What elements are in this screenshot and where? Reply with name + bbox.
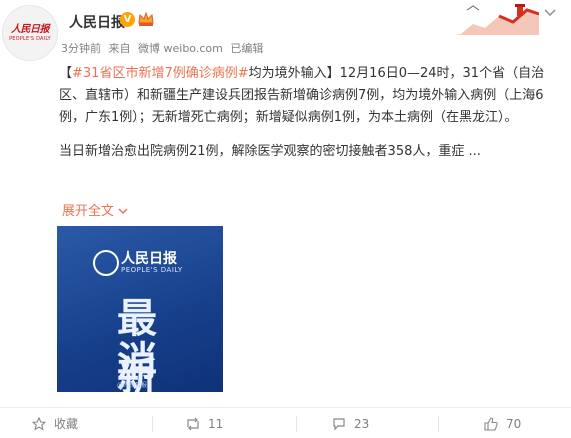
great-wall-banner-icon xyxy=(455,4,539,35)
like-button[interactable]: 70 xyxy=(484,410,534,438)
comment-icon xyxy=(333,418,345,431)
at-icon xyxy=(93,250,119,276)
avatar[interactable]: 人民日报 PEOPLE'S DAILY xyxy=(2,5,58,61)
chevron-down-icon[interactable] xyxy=(543,8,557,18)
post-time[interactable]: 3分钟前 xyxy=(61,42,101,55)
footer-divider xyxy=(0,407,571,408)
post-meta: 3分钟前 来自 微博 weibo.com 已编辑 xyxy=(61,40,267,56)
thumbs-up-icon xyxy=(484,417,498,431)
avatar-logo-text: 人民日报 xyxy=(11,24,50,35)
comment-count: 23 xyxy=(354,417,370,431)
avatar-logo-subtext: PEOPLE'S DAILY xyxy=(9,36,51,42)
post-source[interactable]: 微博 weibo.com xyxy=(138,42,223,55)
action-separator xyxy=(296,416,297,432)
post-body: 【#31省区市新增7例确诊病例#均为境外输入】12月16日0—24时，31个省（… xyxy=(59,63,559,163)
account-name[interactable]: 人民日报 xyxy=(69,12,125,32)
action-separator xyxy=(152,416,153,432)
weibo-post-card: 人民日报 PEOPLE'S DAILY 人民日报 V 3分钟前 来自 微博 we… xyxy=(0,0,571,438)
media-watermark: @人民日报 xyxy=(117,382,148,389)
media-logo-subtext: PEOPLE'S DAILY xyxy=(121,266,183,274)
comment-button[interactable]: 23 xyxy=(332,410,382,438)
action-separator xyxy=(438,416,439,432)
headline-rest: 均为境外输入】 xyxy=(248,66,340,81)
media-logo-text: 人民日报 xyxy=(121,251,177,267)
like-count: 70 xyxy=(506,417,522,431)
crown-icon xyxy=(138,11,154,26)
source-prefix: 来自 xyxy=(108,42,131,55)
hashtag-link[interactable]: #31省区市新增7例确诊病例# xyxy=(72,66,249,81)
favorite-label: 收藏 xyxy=(54,417,79,431)
post-image[interactable]: 人民日报 PEOPLE'S DAILY 最新 消息 @人民日报 xyxy=(57,226,223,392)
bracket-open: 【 xyxy=(59,66,73,81)
favorite-button[interactable]: 收藏 xyxy=(32,410,92,438)
post-text-continued: 当日新增治愈出院病例21例，解除医学观察的密切接触者358人，重症 ... xyxy=(59,144,481,159)
media-logo: 人民日报 PEOPLE'S DAILY xyxy=(93,244,203,282)
star-icon xyxy=(32,417,46,431)
chevron-down-icon xyxy=(118,208,128,215)
repost-icon xyxy=(187,417,199,431)
repost-button[interactable]: 11 xyxy=(186,410,236,438)
expand-full-text-link[interactable]: 展开全文 xyxy=(62,200,128,219)
expand-label: 展开全文 xyxy=(62,204,115,219)
post-text: 【#31省区市新增7例确诊病例#均为境外输入】12月16日0—24时，31个省（… xyxy=(59,63,559,129)
repost-count: 11 xyxy=(208,417,224,431)
verified-icon: V xyxy=(120,12,135,27)
edited-label[interactable]: 已编辑 xyxy=(230,42,263,55)
